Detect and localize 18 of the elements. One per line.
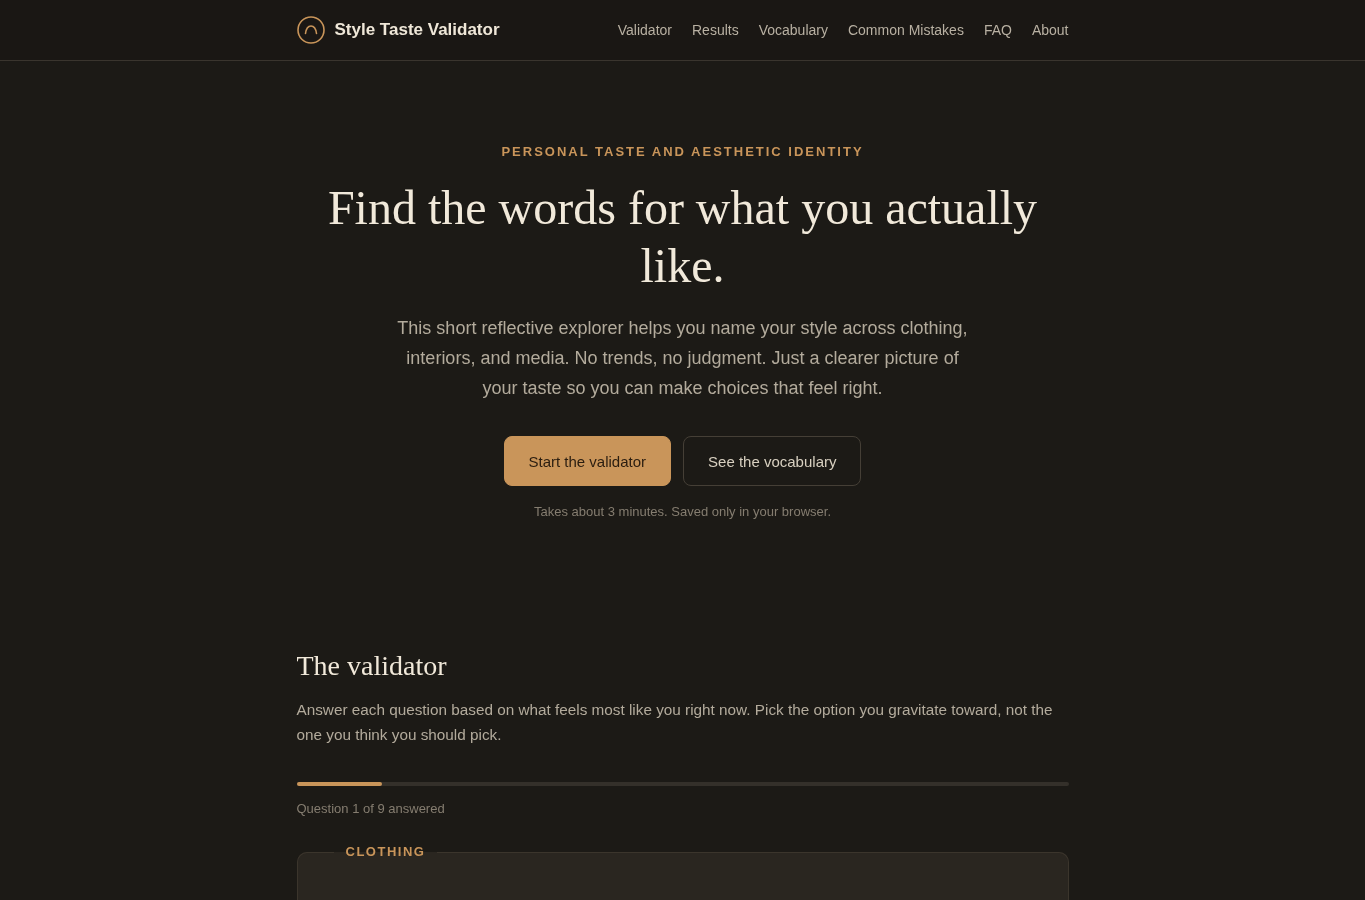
progress-text: Question 1 of 9 answered [296,800,446,818]
eyebrow-text: PERSONAL TASTE AND AESTHETIC IDENTITY [501,144,864,160]
nav-link[interactable]: Results [692,22,739,38]
section-title: The validator [296,649,448,683]
hero-intro: This short reflective explorer helps you name your style across clothing, interiors, and media. No trends, no judgment. Just a clearer picture of your taste so you can make choices that feel right. [396,317,969,400]
hero-title: Find the words for what you actually like. [326,180,1039,294]
logo-icon [296,16,325,44]
time-note: Takes about 3 minutes. Saved only in your browser. [534,503,831,521]
nav-link[interactable]: Common Mistakes [847,22,964,38]
start-button[interactable]: Start the validator [503,436,672,486]
nav-link[interactable]: Validator [617,22,672,38]
section-intro: Answer each question based on what feels most like you right now. Pick the option you gravitate toward, not the one you think you should pick. [296,700,1054,745]
nav-link[interactable]: About [1031,22,1069,38]
brand-name: Style Taste Validator [334,20,500,40]
vocabulary-button[interactable]: See the vocabulary [683,436,862,486]
nav-link[interactable]: Vocabulary [758,22,828,38]
nav-link[interactable]: FAQ [983,22,1012,38]
category-label: CLOTHING [344,844,427,860]
